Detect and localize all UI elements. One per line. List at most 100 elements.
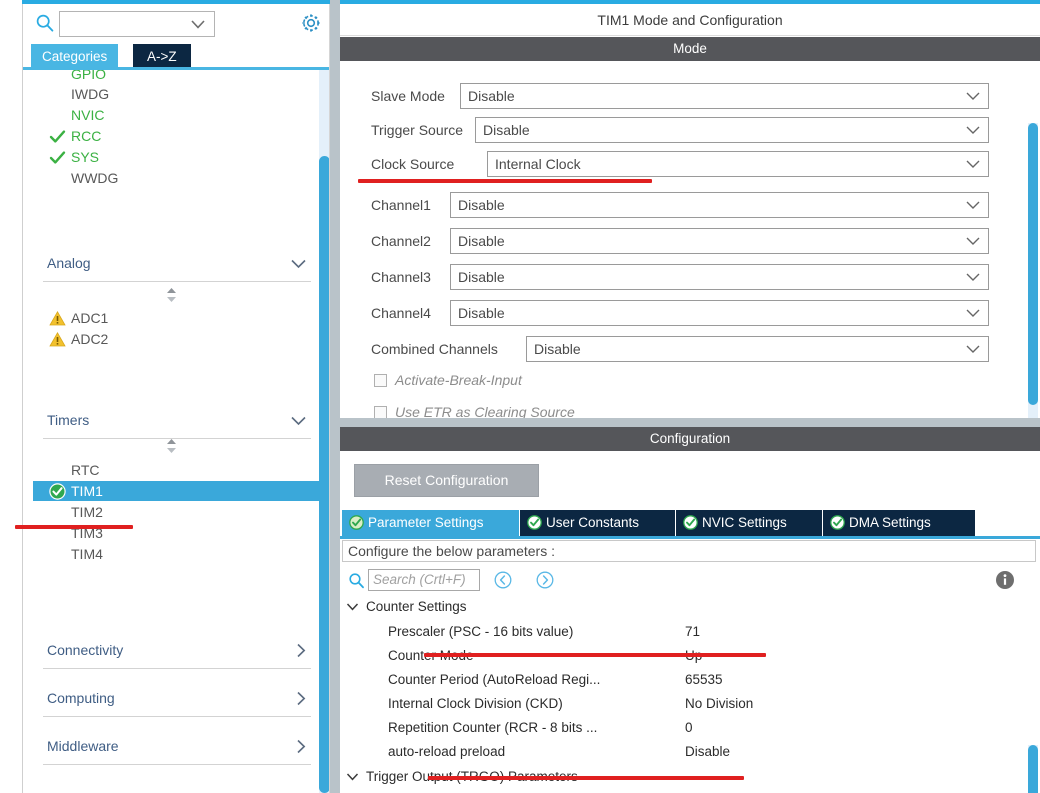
param-row-repetition-counter[interactable]: Repetition Counter (RCR - 8 bits ... 0: [340, 719, 1040, 738]
channel1-dropdown[interactable]: Disable: [450, 192, 989, 218]
channel3-dropdown[interactable]: Disable: [450, 264, 989, 290]
chevron-down-icon[interactable]: [190, 19, 206, 30]
sidebar-group-connectivity[interactable]: Connectivity: [43, 639, 311, 669]
parameter-search-placeholder: Search (Crtl+F): [373, 572, 466, 587]
tab-label: Parameter Settings: [368, 515, 484, 530]
info-icon[interactable]: [995, 570, 1015, 590]
circle-left-arrow-icon[interactable]: [494, 571, 512, 589]
mode-scrollbar-thumb[interactable]: [1028, 123, 1038, 405]
tab-parameter-settings[interactable]: Parameter Settings: [342, 510, 520, 536]
sidebar-group-computing[interactable]: Computing: [43, 687, 311, 717]
sidebar-item-label: WWDG: [71, 170, 119, 186]
check-circle-icon: [830, 515, 845, 530]
clock-source-dropdown[interactable]: Internal Clock: [487, 151, 989, 177]
dropdown-value: Disable: [458, 197, 505, 213]
check-circle-icon: [683, 515, 698, 530]
param-value: 0: [685, 720, 693, 735]
chevron-down-icon[interactable]: [346, 602, 359, 612]
sidebar-group-analog[interactable]: Analog: [43, 252, 311, 282]
sidebar-item-label: RCC: [71, 128, 102, 144]
param-value: 71: [685, 624, 701, 639]
sidebar-item-label: RTC: [71, 462, 100, 478]
trigger-source-dropdown[interactable]: Disable: [475, 117, 989, 143]
scroll-spinner-icon[interactable]: [165, 438, 178, 454]
sidebar-item-tim1[interactable]: TIM1: [33, 481, 319, 501]
annotation-tim1-underline: [15, 525, 133, 529]
tabstrip-underline: [340, 536, 1040, 539]
field-label: Combined Channels: [371, 341, 498, 357]
chevron-right-icon: [297, 739, 306, 754]
sidebar-item-label: TIM1: [71, 483, 103, 499]
sidebar-group-label: Connectivity: [47, 642, 124, 658]
check-icon: [49, 130, 66, 143]
checkbox-activate-break-input[interactable]: Activate-Break-Input: [340, 369, 1040, 397]
checkbox-label: Use ETR as Clearing Source: [395, 404, 575, 418]
slave-mode-dropdown[interactable]: Disable: [460, 83, 989, 109]
circle-right-arrow-icon[interactable]: [536, 571, 554, 589]
stm32cubemx-window: Categories A->Z GPIO IWDG NVIC RCC SYS W…: [0, 0, 1040, 793]
field-label: Channel4: [371, 305, 431, 321]
chevron-down-icon: [291, 259, 306, 269]
reset-configuration-button[interactable]: Reset Configuration: [354, 464, 539, 497]
sidebar-search-input[interactable]: [59, 11, 215, 37]
chevron-down-icon: [966, 160, 980, 168]
sidebar-item-label: ADC2: [71, 331, 109, 347]
param-label: auto-reload preload: [388, 744, 506, 759]
tab-user-constants[interactable]: User Constants: [520, 510, 676, 536]
parameter-scrollbar-thumb[interactable]: [1028, 745, 1038, 793]
check-circle-icon: [349, 515, 364, 530]
param-group-counter-settings[interactable]: Counter Settings: [340, 598, 1040, 617]
sidebar-item-label: TIM4: [71, 546, 103, 562]
mode-config-divider: [340, 418, 1040, 427]
field-channel3: Channel3 Disable: [340, 263, 1040, 293]
parameter-search-input[interactable]: Search (Crtl+F): [368, 569, 480, 591]
configuration-panel: TIM1 Mode and Configuration Mode Slave M…: [340, 4, 1040, 793]
sidebar-tabs: Categories A->Z: [23, 44, 329, 69]
tab-nvic-settings[interactable]: NVIC Settings: [676, 510, 823, 536]
param-value: 65535: [685, 672, 723, 687]
param-row-counter-period[interactable]: Counter Period (AutoReload Regi... 65535: [340, 671, 1040, 690]
combined-channels-dropdown[interactable]: Disable: [526, 336, 989, 362]
check-circle-icon: [49, 483, 66, 500]
sidebar-group-middleware[interactable]: Middleware: [43, 735, 311, 765]
tab-dma-settings[interactable]: DMA Settings: [823, 510, 975, 536]
dropdown-value: Disable: [458, 269, 505, 285]
chevron-right-icon: [297, 643, 306, 658]
checkbox-use-etr-as-clearing-source[interactable]: Use ETR as Clearing Source: [340, 401, 1040, 418]
configuration-tabstrip: Parameter Settings User Constants NVIC S…: [340, 510, 1040, 536]
sidebar-group-label: Timers: [47, 412, 90, 428]
search-icon: [349, 573, 364, 589]
param-label: Internal Clock Division (CKD): [388, 696, 563, 711]
tab-categories[interactable]: Categories: [31, 44, 119, 69]
annotation-auto-reload-preload-underline: [428, 776, 744, 780]
page-title: TIM1 Mode and Configuration: [340, 4, 1040, 36]
annotation-clock-source-underline: [358, 179, 652, 183]
warning-icon: [49, 331, 66, 347]
chevron-down-icon: [291, 416, 306, 426]
peripheral-tree: GPIO IWDG NVIC RCC SYS WWDG Analog ADC1 …: [23, 70, 329, 793]
channel4-dropdown[interactable]: Disable: [450, 300, 989, 326]
checkbox-label: Activate-Break-Input: [395, 372, 522, 388]
chevron-down-icon: [966, 309, 980, 317]
checkbox-box[interactable]: [374, 374, 387, 387]
channel2-dropdown[interactable]: Disable: [450, 228, 989, 254]
sidebar-item-label: GPIO: [71, 70, 107, 82]
sidebar-group-timers[interactable]: Timers: [43, 409, 311, 439]
param-row-auto-reload-preload[interactable]: auto-reload preload Disable: [340, 743, 1040, 762]
warning-icon: [49, 310, 66, 326]
sidebar-scrollbar-thumb[interactable]: [319, 156, 329, 793]
scroll-spinner-icon[interactable]: [165, 287, 178, 303]
sidebar-group-label: Analog: [47, 255, 91, 271]
checkbox-box[interactable]: [374, 406, 387, 418]
param-row-internal-clock-division[interactable]: Internal Clock Division (CKD) No Divisio…: [340, 695, 1040, 714]
param-row-prescaler[interactable]: Prescaler (PSC - 16 bits value) 71: [340, 623, 1040, 642]
gear-icon[interactable]: [299, 11, 323, 35]
tab-a-to-z[interactable]: A->Z: [133, 44, 191, 69]
dropdown-value: Disable: [458, 305, 505, 321]
chevron-down-icon[interactable]: [346, 772, 359, 782]
tab-label: User Constants: [546, 515, 640, 530]
chevron-down-icon: [966, 237, 980, 245]
sidebar-item-label: NVIC: [71, 107, 105, 123]
param-label: Prescaler (PSC - 16 bits value): [388, 624, 574, 639]
field-label: Channel1: [371, 197, 431, 213]
